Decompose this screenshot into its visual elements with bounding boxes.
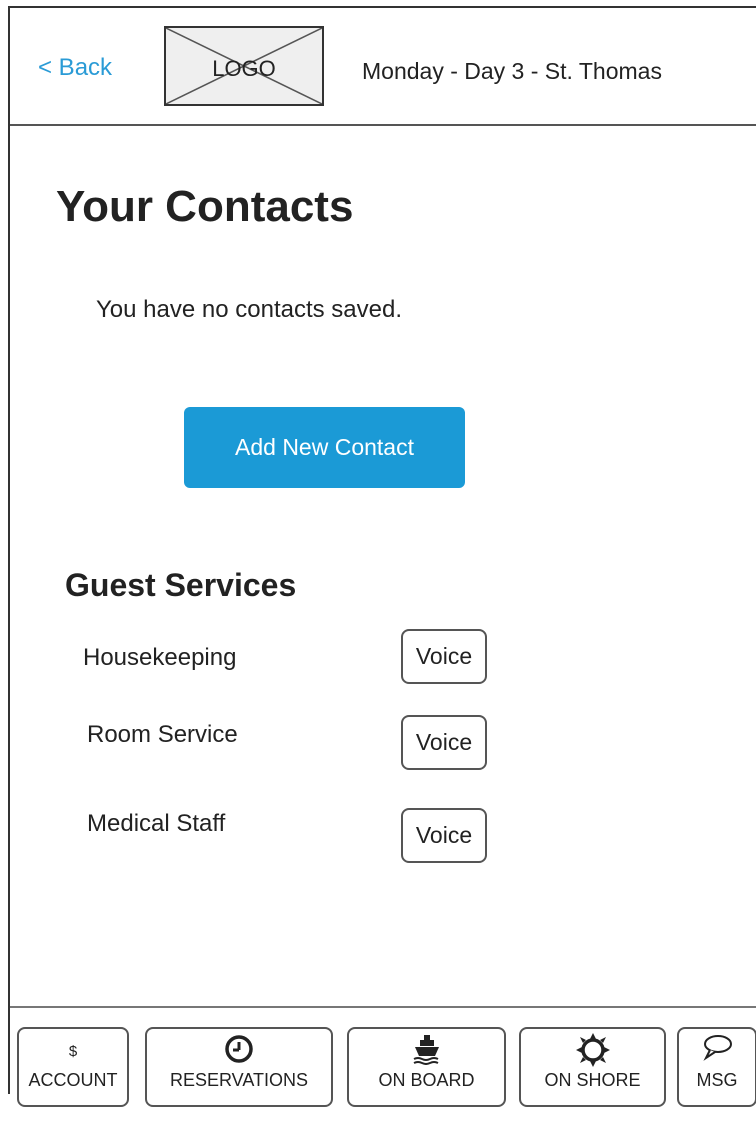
tab-on-shore[interactable]: ON SHORE <box>519 1027 666 1107</box>
logo-placeholder: LOGO <box>164 26 324 106</box>
service-label-room-service: Room Service <box>87 721 238 748</box>
tab-msg[interactable]: MSG <box>677 1027 756 1107</box>
tab-msg-label: MSG <box>696 1070 738 1090</box>
ship-icon <box>349 1033 504 1065</box>
page-title: Your Contacts <box>56 182 354 231</box>
empty-contacts-message: You have no contacts saved. <box>96 296 402 323</box>
add-new-contact-button[interactable]: Add New Contact <box>184 407 465 488</box>
guest-services-heading: Guest Services <box>65 567 297 603</box>
service-label-housekeeping: Housekeeping <box>83 644 237 671</box>
voice-button-room-service[interactable]: Voice <box>401 715 487 770</box>
service-label-medical-staff: Medical Staff <box>87 810 226 837</box>
back-link[interactable]: < Back <box>38 54 112 82</box>
phone-frame <box>8 6 756 1094</box>
sun-icon <box>521 1033 664 1067</box>
tab-on-board[interactable]: ON BOARD <box>347 1027 506 1107</box>
clock-icon <box>147 1033 331 1065</box>
voice-button-housekeeping[interactable]: Voice <box>401 629 487 684</box>
logo-text: LOGO <box>212 56 276 81</box>
tab-on-shore-label: ON SHORE <box>544 1070 641 1090</box>
tab-account-label: ACCOUNT <box>28 1070 118 1090</box>
tab-account[interactable]: $ ACCOUNT <box>17 1027 129 1107</box>
header-title: Monday - Day 3 - St. Thomas <box>362 58 662 84</box>
speech-bubble-icon <box>679 1033 755 1065</box>
tab-reservations-label: RESERVATIONS <box>169 1070 309 1090</box>
tab-on-board-label: ON BOARD <box>378 1070 475 1090</box>
tab-reservations[interactable]: RESERVATIONS <box>145 1027 333 1107</box>
voice-button-medical-staff[interactable]: Voice <box>401 808 487 863</box>
header-bar: < Back LOGO Monday - Day 3 - St. Thomas <box>10 8 756 126</box>
